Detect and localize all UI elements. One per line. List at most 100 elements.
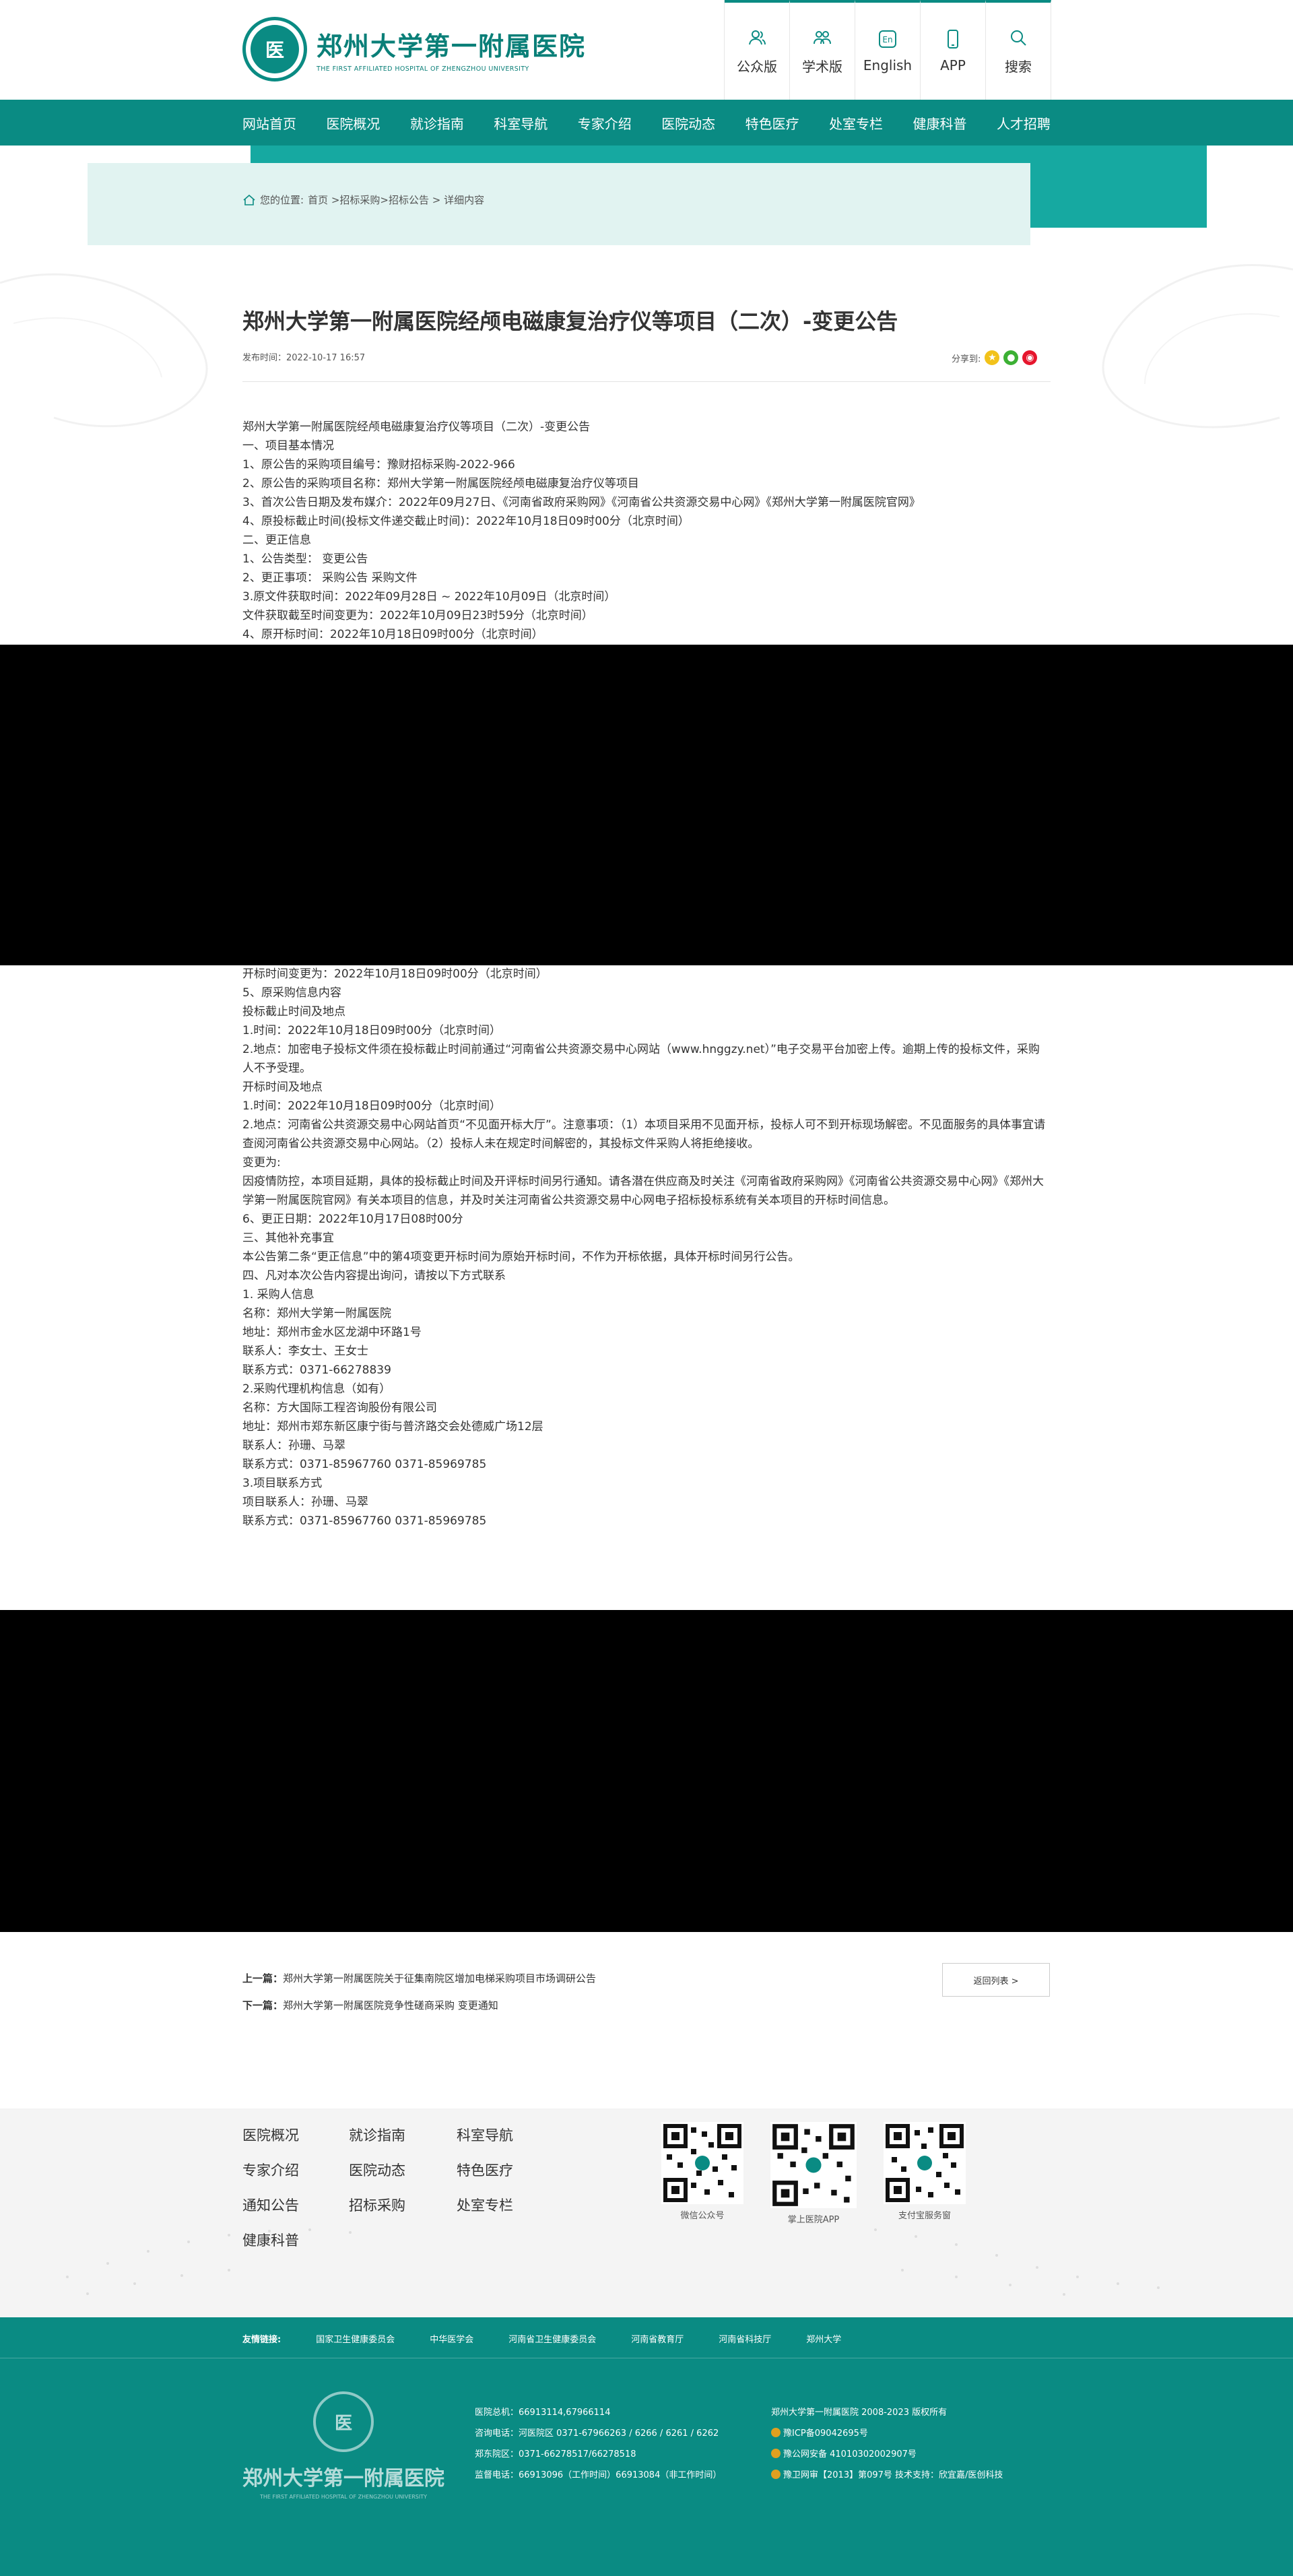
footer-link[interactable]: 科室导航 xyxy=(457,2125,564,2145)
article-paragraph: 名称：方大国际工程咨询股份有限公司 xyxy=(242,1401,437,1415)
contact-line: 咨询电话：河医院区 0371-67966263 / 6266 / 6261 / … xyxy=(475,2428,719,2439)
back-to-list-button[interactable]: 返回列表 > xyxy=(942,1963,1050,1997)
publish-time: 发布时间：2022-10-17 16:57 xyxy=(242,353,366,363)
nav-item-health[interactable]: 健康科普 xyxy=(913,113,967,133)
next-title[interactable]: 郑州大学第一附属医院竞争性磋商采购 变更通知 xyxy=(283,1999,498,2011)
article-body-top: 郑州大学第一附属医院经颅电磁康复治疗仪等项目（二次）-变更公告 一、项目基本情况… xyxy=(242,418,1051,644)
footer-links: 医院概况 就诊指南 科室导航 专家介绍 医院动态 特色医疗 通知公告 招标采购 … xyxy=(242,2125,564,2250)
footer-link[interactable]: 专家介绍 xyxy=(242,2160,349,2180)
article-paragraph: 1. 采购人信息 xyxy=(242,1288,314,1301)
nav-item-featured[interactable]: 特色医疗 xyxy=(745,113,799,133)
logo-seal-icon: 医 xyxy=(242,17,307,82)
top-link-label: English xyxy=(863,57,913,73)
logo-seal-icon: 医 xyxy=(313,2391,374,2452)
article-paragraph: 一、项目基本情况 xyxy=(242,439,334,453)
nav-item-offices[interactable]: 处室专栏 xyxy=(829,113,883,133)
next-article[interactable]: 下一篇：郑州大学第一附属医院竞争性磋商采购 变更通知 xyxy=(242,1998,498,2012)
header: 医 郑州大学第一附属医院 THE FIRST AFFILIATED HOSPIT… xyxy=(0,0,1293,100)
wechat-share-icon[interactable]: ● xyxy=(1003,350,1019,365)
nav-item-news[interactable]: 医院动态 xyxy=(661,113,715,133)
article-paragraph: 1.时间：2022年10月18日09时00分（北京时间） xyxy=(242,1024,502,1037)
hospital-logo[interactable]: 医 郑州大学第一附属医院 THE FIRST AFFILIATED HOSPIT… xyxy=(242,17,586,82)
footer-link[interactable]: 通知公告 xyxy=(242,2195,349,2215)
qzone-share-icon[interactable]: ★ xyxy=(985,350,1000,365)
top-link-search[interactable]: 搜索 xyxy=(986,0,1051,100)
friend-link[interactable]: 河南省卫生健康委员会 xyxy=(508,2332,596,2345)
qr-code-icon xyxy=(661,2122,743,2204)
footer-dot-pattern xyxy=(66,2228,1160,2296)
nav-item-home[interactable]: 网站首页 xyxy=(242,113,296,133)
footer-copyright: 郑州大学第一附属医院 2008-2023 版权所有 豫ICP备09042695号… xyxy=(771,2402,1003,2486)
article-paragraph: 联系人：孙珊、马翠 xyxy=(242,1439,345,1452)
article-paragraph: 地址：郑州市郑东新区康宁街与普济路交会处德威广场12层 xyxy=(242,1420,543,1434)
article-paragraph: 2.地点：加密电子投标文件须在投标截止时间前通过“河南省公共资源交易中心网站（w… xyxy=(242,1043,1040,1075)
article-paragraph: 文件获取截至时间变更为：2022年10月09日23时59分（北京时间） xyxy=(242,609,593,622)
friend-link[interactable]: 郑州大学 xyxy=(806,2332,841,2345)
article-paragraph: 联系方式：0371-85967760 0371-85969785 xyxy=(242,1514,487,1528)
copyright-line[interactable]: 豫公网安备 41010302002907号 xyxy=(783,2449,917,2459)
footer-link[interactable]: 招标采购 xyxy=(349,2195,457,2215)
breadcrumb-prefix: 您的位置: xyxy=(260,194,304,206)
top-link-app[interactable]: APP xyxy=(921,0,986,100)
top-link-english[interactable]: En English xyxy=(855,0,921,100)
top-link-public[interactable]: 公众版 xyxy=(725,0,790,100)
friend-link[interactable]: 国家卫生健康委员会 xyxy=(316,2332,395,2345)
friend-link[interactable]: 河南省科技厅 xyxy=(719,2332,771,2345)
prev-title[interactable]: 郑州大学第一附属医院关于征集南院区增加电梯采购项目市场调研公告 xyxy=(283,1972,596,1985)
footer-link[interactable]: 特色医疗 xyxy=(457,2160,564,2180)
top-link-academic[interactable]: 学术版 xyxy=(790,0,855,100)
top-link-label: 公众版 xyxy=(737,58,777,75)
article-paragraph: 联系方式：0371-66278839 xyxy=(242,1363,391,1377)
article-paragraph: 变更为: xyxy=(242,1156,281,1169)
footer-logo-en: THE FIRST AFFILIATED HOSPITAL OF ZHENGZH… xyxy=(259,2494,428,2500)
article-paragraph: 开标时间及地点 xyxy=(242,1081,323,1094)
breadcrumb: 您的位置: 首页 >招标采购>招标公告 > 详细内容 xyxy=(242,193,484,207)
article-paragraph: 2、原公告的采购项目名称：郑州大学第一附属医院经颅电磁康复治疗仪等项目 xyxy=(242,477,639,490)
footer-logo: 医 郑州大学第一附属医院 THE FIRST AFFILIATED HOSPIT… xyxy=(242,2391,444,2500)
qr-alipay: 支付宝服务窗 xyxy=(884,2122,966,2225)
article-paragraph: 1、公告类型： 变更公告 xyxy=(242,552,368,566)
prev-article[interactable]: 上一篇：郑州大学第一附属医院关于征集南院区增加电梯采购项目市场调研公告 xyxy=(242,1971,596,1985)
friend-link[interactable]: 河南省教育厅 xyxy=(631,2332,684,2345)
share-bar: 分享到: ★ ● ◉ xyxy=(952,350,1038,365)
weibo-share-icon[interactable]: ◉ xyxy=(1022,350,1038,365)
home-icon[interactable] xyxy=(242,193,256,207)
nav-item-experts[interactable]: 专家介绍 xyxy=(578,113,632,133)
article-body-bottom: 开标时间变更为：2022年10月18日09时00分（北京时间） 5、原采购信息内… xyxy=(242,965,1051,1531)
article-paragraph: 3.原文件获取时间：2022年09月28日 ~ 2022年10月09日（北京时间… xyxy=(242,590,616,604)
footer-link[interactable]: 处室专栏 xyxy=(457,2195,564,2215)
contact-line: 郑东院区：0371-66278517/66278518 xyxy=(475,2449,636,2459)
redacted-region xyxy=(0,645,1293,965)
top-link-label: APP xyxy=(940,57,966,73)
qr-caption: 支付宝服务窗 xyxy=(898,2211,951,2221)
people-icon xyxy=(747,28,767,48)
article-paragraph: 郑州大学第一附属医院经颅电磁康复治疗仪等项目（二次）-变更公告 xyxy=(242,420,591,434)
footer-contact: 医院总机：66913114,67966114 咨询电话：河医院区 0371-67… xyxy=(475,2402,721,2486)
svg-text:En: En xyxy=(882,35,892,44)
footer-link[interactable]: 医院概况 xyxy=(242,2125,349,2145)
footer-link[interactable]: 就诊指南 xyxy=(349,2125,457,2145)
qr-caption: 微信公众号 xyxy=(680,2211,725,2221)
phone-icon xyxy=(943,29,963,49)
contact-line: 医院总机：66913114,67966114 xyxy=(475,2408,611,2418)
friend-links-label: 友情链接: xyxy=(242,2335,281,2345)
nav-item-departments[interactable]: 科室导航 xyxy=(494,113,548,133)
redacted-region xyxy=(0,1610,1293,1932)
top-link-label: 学术版 xyxy=(802,58,842,75)
top-link-label: 搜索 xyxy=(1005,58,1032,75)
article-paragraph: 1.时间：2022年10月18日09时00分（北京时间） xyxy=(242,1099,502,1113)
copyright-line[interactable]: 豫ICP备09042695号 xyxy=(783,2428,868,2439)
group-icon xyxy=(812,28,832,48)
article-paragraph: 开标时间变更为：2022年10月18日09时00分（北京时间） xyxy=(242,967,548,981)
breadcrumb-path[interactable]: 首页 >招标采购>招标公告 > 详细内容 xyxy=(308,193,484,207)
friend-link[interactable]: 中华医学会 xyxy=(430,2332,473,2345)
footer-link[interactable]: 医院动态 xyxy=(349,2160,457,2180)
search-icon xyxy=(1008,28,1028,48)
en-icon: En xyxy=(877,29,898,49)
health-badge-icon xyxy=(771,2470,781,2479)
nav-item-guide[interactable]: 就诊指南 xyxy=(410,113,464,133)
article-paragraph: 2、更正事项： 采购公告 采购文件 xyxy=(242,571,418,585)
nav-item-overview[interactable]: 医院概况 xyxy=(326,113,380,133)
footer-link[interactable]: 健康科普 xyxy=(242,2230,349,2250)
nav-item-careers[interactable]: 人才招聘 xyxy=(997,113,1051,133)
